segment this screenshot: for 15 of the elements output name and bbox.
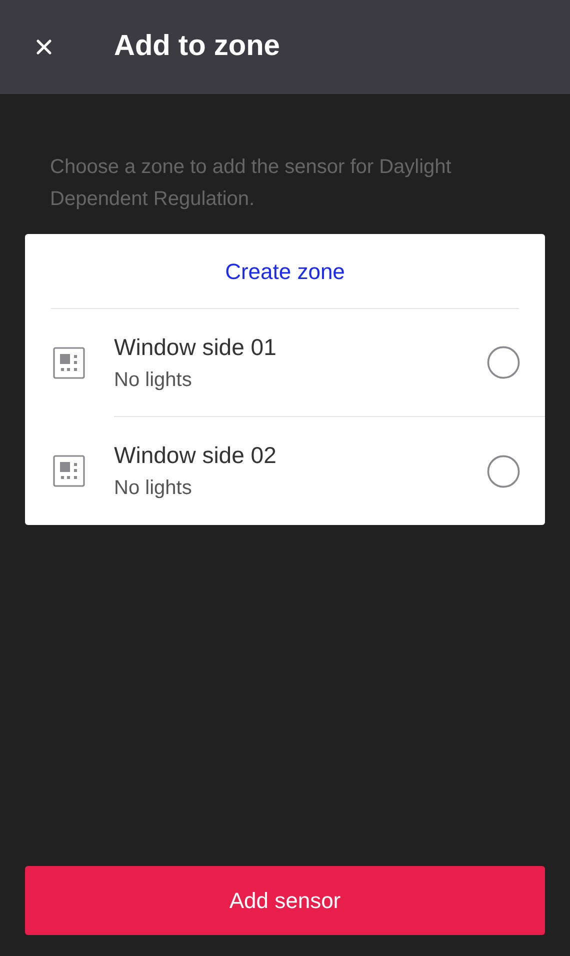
zone-icon xyxy=(53,347,85,379)
zone-name: Window side 02 xyxy=(114,441,278,470)
description-text: Choose a zone to add the sensor for Daylight Dependent Regulation. xyxy=(50,155,452,212)
screen-title: Add to zone xyxy=(114,29,280,64)
zone-row[interactable]: Window side 01 No lights xyxy=(25,309,545,417)
zone-name: Window side 01 xyxy=(114,332,278,362)
zone-subtitle: No lights xyxy=(114,476,193,501)
zone-icon xyxy=(53,455,85,487)
zone-row[interactable]: Window side 02 No lights xyxy=(25,417,545,525)
add-sensor-button[interactable]: Add sensor xyxy=(25,866,545,935)
radio-button[interactable] xyxy=(487,346,520,379)
close-icon xyxy=(36,39,52,55)
zone-subtitle: No lights xyxy=(114,368,193,392)
create-zone-link[interactable]: Create zone xyxy=(51,234,519,309)
radio-button[interactable] xyxy=(487,454,520,488)
